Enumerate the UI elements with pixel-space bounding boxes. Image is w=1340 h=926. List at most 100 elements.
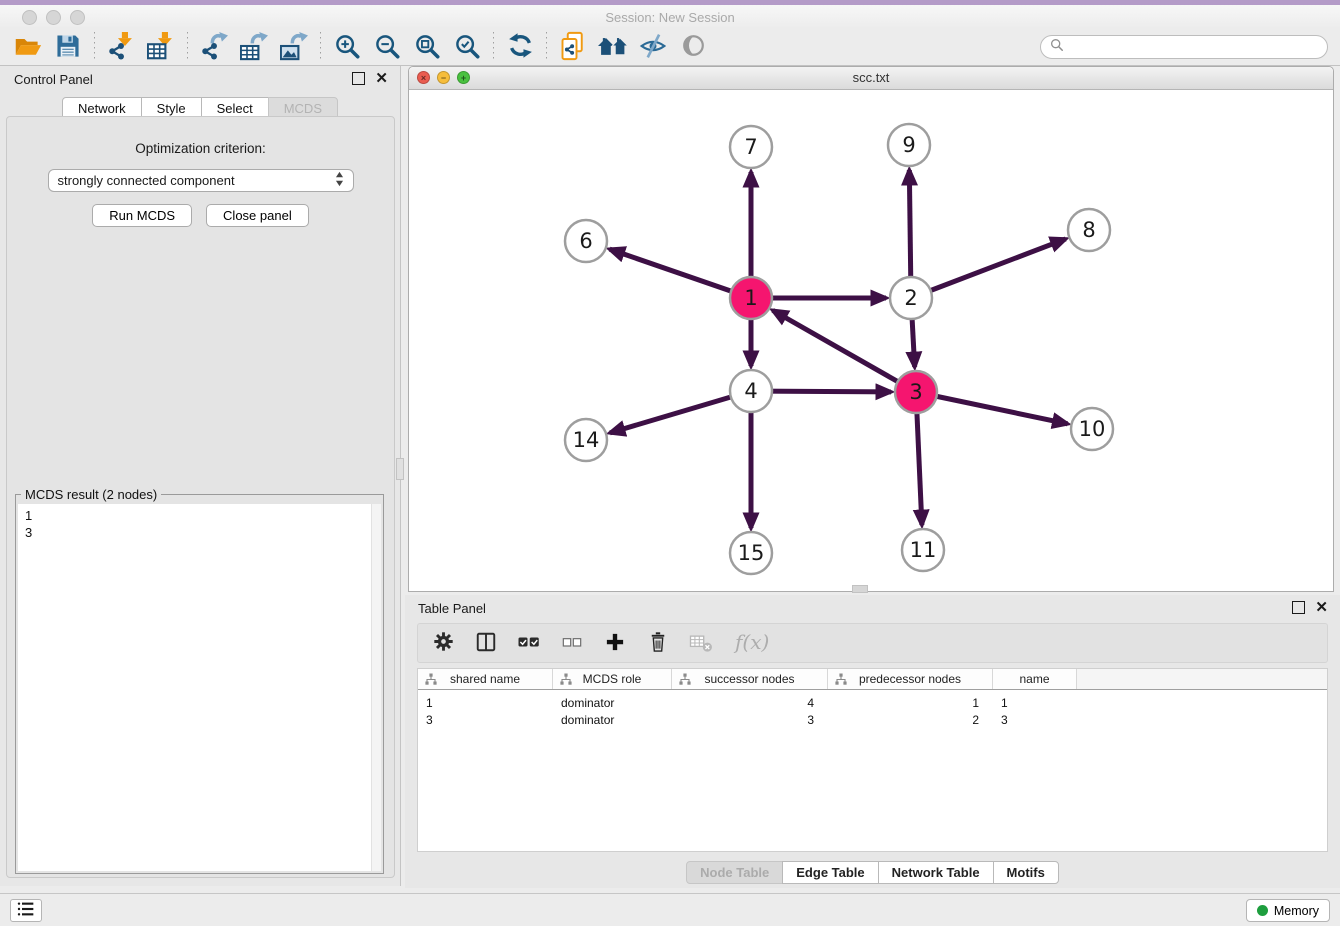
refresh-button[interactable] [500, 31, 540, 63]
result-scrollbar[interactable] [371, 504, 381, 871]
svg-text:f(x): f(x) [733, 630, 769, 654]
import-table-button[interactable] [141, 31, 181, 63]
select-all-columns-button[interactable] [516, 630, 542, 656]
network-window-title: scc.txt [409, 70, 1333, 85]
zoom-in-button[interactable] [327, 31, 367, 63]
graph-node[interactable]: 7 [730, 126, 772, 168]
run-mcds-button[interactable]: Run MCDS [92, 204, 192, 227]
hide-selected-icon [639, 32, 667, 63]
table-settings-button[interactable] [430, 630, 456, 656]
graph-node-label: 10 [1079, 417, 1106, 441]
clone-network-button[interactable] [553, 31, 593, 63]
tab-motifs[interactable]: Motifs [993, 861, 1059, 884]
graph-edge[interactable] [911, 239, 1066, 298]
graph-node[interactable]: 4 [730, 370, 772, 412]
delete-table-button[interactable] [688, 630, 714, 656]
mcds-result-area[interactable]: 13 [18, 504, 381, 871]
column-header[interactable]: shared name [418, 669, 553, 689]
graph-node[interactable]: 11 [902, 529, 944, 571]
tab-edge-table[interactable]: Edge Table [782, 861, 878, 884]
table-cell: 1 [828, 696, 993, 710]
delete-table-icon [689, 631, 714, 656]
network-canvas[interactable]: 7 9 6 8 1 2 4 3 14 10 15 11 [409, 89, 1333, 591]
import-table-icon [147, 31, 175, 64]
float-panel-icon[interactable] [352, 72, 365, 85]
zoom-out-button[interactable] [367, 31, 407, 63]
open-file-icon [14, 33, 42, 62]
close-panel-icon[interactable]: ✕ [375, 73, 388, 84]
task-history-button[interactable] [10, 899, 42, 922]
column-header-label: name [1019, 672, 1049, 686]
table-row[interactable]: 1dominator411 [418, 695, 1327, 711]
first-neighbors-icon [598, 33, 628, 62]
save-session-button[interactable] [48, 31, 88, 63]
graph-node[interactable]: 9 [888, 124, 930, 166]
memory-label: Memory [1274, 904, 1319, 918]
horizontal-splitter-handle[interactable] [852, 585, 868, 593]
criterion-select[interactable]: strongly connected component [48, 169, 354, 192]
column-header[interactable]: predecessor nodes [828, 669, 993, 689]
export-image-button[interactable] [274, 31, 314, 63]
hierarchy-icon [679, 673, 691, 688]
add-column-button[interactable] [602, 630, 628, 656]
graph-node[interactable]: 3 [895, 371, 937, 413]
split-columns-button[interactable] [473, 630, 499, 656]
memory-button[interactable]: Memory [1246, 899, 1330, 922]
graph-node[interactable]: 2 [890, 277, 932, 319]
tab-network-table[interactable]: Network Table [878, 861, 994, 884]
zoom-out-icon [373, 32, 401, 63]
table-cell: dominator [553, 713, 672, 727]
graph-edge[interactable] [773, 310, 916, 392]
hierarchy-icon [425, 673, 437, 688]
deselect-all-columns-button[interactable] [559, 630, 585, 656]
control-panel: Control Panel ✕ Network Style Select MCD… [0, 66, 401, 886]
close-panel-button[interactable]: Close panel [206, 204, 309, 227]
column-header-label: shared name [450, 672, 520, 686]
show-all-icon [680, 32, 707, 62]
graph-node[interactable]: 6 [565, 220, 607, 262]
mcds-result-group: MCDS result (2 nodes) 13 [15, 494, 384, 874]
delete-column-button[interactable] [645, 630, 671, 656]
column-header-label: predecessor nodes [859, 672, 961, 686]
table-toolbar: f(x) [417, 623, 1328, 663]
show-all-button[interactable] [673, 31, 713, 63]
graph-edge[interactable] [610, 249, 751, 298]
node-table[interactable]: shared name MCDS role successor nodes prede… [417, 668, 1328, 852]
graph-node[interactable]: 15 [730, 532, 772, 574]
search-input[interactable] [1070, 39, 1318, 56]
zoom-selected-button[interactable] [447, 31, 487, 63]
first-neighbors-button[interactable] [593, 31, 633, 63]
graph-node[interactable]: 8 [1068, 209, 1110, 251]
column-header[interactable]: successor nodes [672, 669, 828, 689]
function-builder-button[interactable]: f(x) [731, 630, 775, 656]
import-network-button[interactable] [101, 31, 141, 63]
tab-node-table[interactable]: Node Table [686, 861, 783, 884]
float-table-panel-icon[interactable] [1292, 601, 1305, 614]
graph-node[interactable]: 1 [730, 277, 772, 319]
column-header[interactable]: name [993, 669, 1077, 689]
column-header[interactable]: MCDS role [553, 669, 672, 689]
zoom-fit-button[interactable] [407, 31, 447, 63]
zoom-fit-icon [413, 32, 441, 63]
graph-node[interactable]: 14 [565, 419, 607, 461]
node-table-body: 1dominator4113dominator323 [418, 690, 1327, 728]
hide-selected-button[interactable] [633, 31, 673, 63]
export-network-button[interactable] [194, 31, 234, 63]
close-table-panel-icon[interactable]: ✕ [1315, 602, 1328, 613]
plus-icon [605, 632, 625, 655]
column-header-label: successor nodes [704, 672, 794, 686]
graph-node[interactable]: 10 [1071, 408, 1113, 450]
table-row[interactable]: 3dominator323 [418, 712, 1327, 728]
graph-edge[interactable] [916, 392, 1068, 424]
window-title: Session: New Session [0, 10, 1340, 25]
criterion-select-value: strongly connected component [58, 173, 335, 188]
network-window-titlebar[interactable]: × − + scc.txt [409, 67, 1333, 90]
open-file-button[interactable] [8, 31, 48, 63]
export-network-icon [200, 31, 228, 64]
application-window: Session: New Session [0, 0, 1340, 926]
toolbar-separator [320, 32, 321, 62]
vertical-splitter-handle[interactable] [396, 458, 404, 480]
export-table-button[interactable] [234, 31, 274, 63]
memory-status-icon [1257, 905, 1268, 916]
checked-boxes-icon [517, 633, 541, 654]
